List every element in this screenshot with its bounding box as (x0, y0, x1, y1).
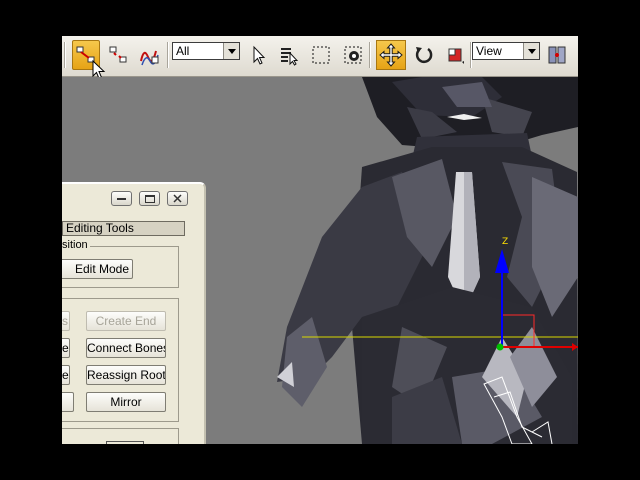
edit-mode-label: Edit Mode (74, 262, 129, 276)
unlink-icon (109, 46, 127, 63)
selection-region-icon (312, 46, 330, 64)
maximize-icon (144, 194, 155, 203)
chevron-down-icon (223, 43, 239, 59)
select-and-scale-button[interactable] (442, 40, 470, 70)
gizmo-y-axis (496, 343, 504, 351)
toolbar-separator (64, 42, 66, 68)
app-screen: All View Z Editing Tools sition Edit Mod… (62, 36, 578, 444)
selection-filter-dropdown[interactable]: All (172, 42, 240, 60)
select-and-rotate-button[interactable] (410, 40, 438, 70)
minimize-icon (117, 198, 126, 200)
bone-objects-group (62, 428, 179, 444)
group-label: sition (62, 239, 90, 251)
button-label: Reassign Root (87, 368, 166, 382)
mirror-button[interactable]: Mirror (86, 392, 166, 412)
button-label: Create End (95, 314, 157, 328)
chevron-down-icon (523, 43, 539, 59)
bone-edit-mode-button[interactable]: Edit Mode (62, 259, 133, 279)
select-object-button[interactable] (244, 40, 272, 70)
button-label: s (62, 314, 68, 328)
rollout-title: Editing Tools (66, 221, 134, 235)
button-label: Mirror (110, 395, 142, 409)
button-label: Connect Bones (87, 341, 166, 355)
bone-tool-button-2[interactable]: e (62, 338, 70, 358)
select-and-move-button[interactable] (376, 40, 406, 70)
gizmo-z-label: Z (502, 237, 508, 247)
bind-to-space-warp-button[interactable] (136, 40, 164, 70)
move-icon (379, 43, 403, 67)
reference-coordinate-value: View (476, 44, 502, 58)
scale-icon (448, 48, 464, 64)
minimize-button[interactable] (111, 191, 132, 206)
maximize-button[interactable] (139, 191, 160, 206)
close-icon (173, 194, 182, 203)
button-label: e (62, 368, 69, 382)
create-end-button[interactable]: Create End (86, 311, 166, 331)
bone-edit-mode-group: sition Edit Mode (62, 239, 179, 288)
editing-tools-rollout[interactable]: Editing Tools (62, 221, 185, 236)
reassign-root-button[interactable]: Reassign Root (86, 365, 166, 385)
close-button[interactable] (167, 191, 188, 206)
bone-tools-group: s Create End e Connect Bones e Reassign … (62, 298, 179, 422)
reference-coordinate-dropdown[interactable]: View (472, 42, 540, 60)
space-warp-icon (140, 50, 159, 66)
arrow-cursor-icon (253, 45, 266, 65)
pivot-center-icon (548, 46, 566, 64)
bone-tool-button-3[interactable]: e (62, 365, 70, 385)
toolbar-separator (167, 42, 169, 68)
button-label: e (62, 341, 69, 355)
select-by-name-button[interactable] (275, 40, 303, 70)
toolbar-separator (369, 42, 371, 68)
rotate-icon (415, 47, 433, 64)
connect-bones-button[interactable]: Connect Bones (86, 338, 166, 358)
window-crossing-button[interactable] (339, 40, 367, 70)
rectangular-selection-region-button[interactable] (307, 40, 335, 70)
bone-tool-button-4[interactable] (62, 392, 74, 412)
color-swatch[interactable] (106, 441, 144, 444)
bone-tools-dialog: Editing Tools sition Edit Mode s Create … (62, 182, 206, 444)
use-pivot-point-center-button[interactable] (544, 40, 570, 70)
window-crossing-icon (344, 46, 362, 64)
main-toolbar: All View (62, 36, 578, 80)
unlink-selection-button[interactable] (104, 40, 132, 70)
bone-tool-button-1[interactable]: s (62, 311, 70, 331)
selection-filter-value: All (176, 44, 190, 58)
select-by-name-icon (281, 48, 299, 66)
